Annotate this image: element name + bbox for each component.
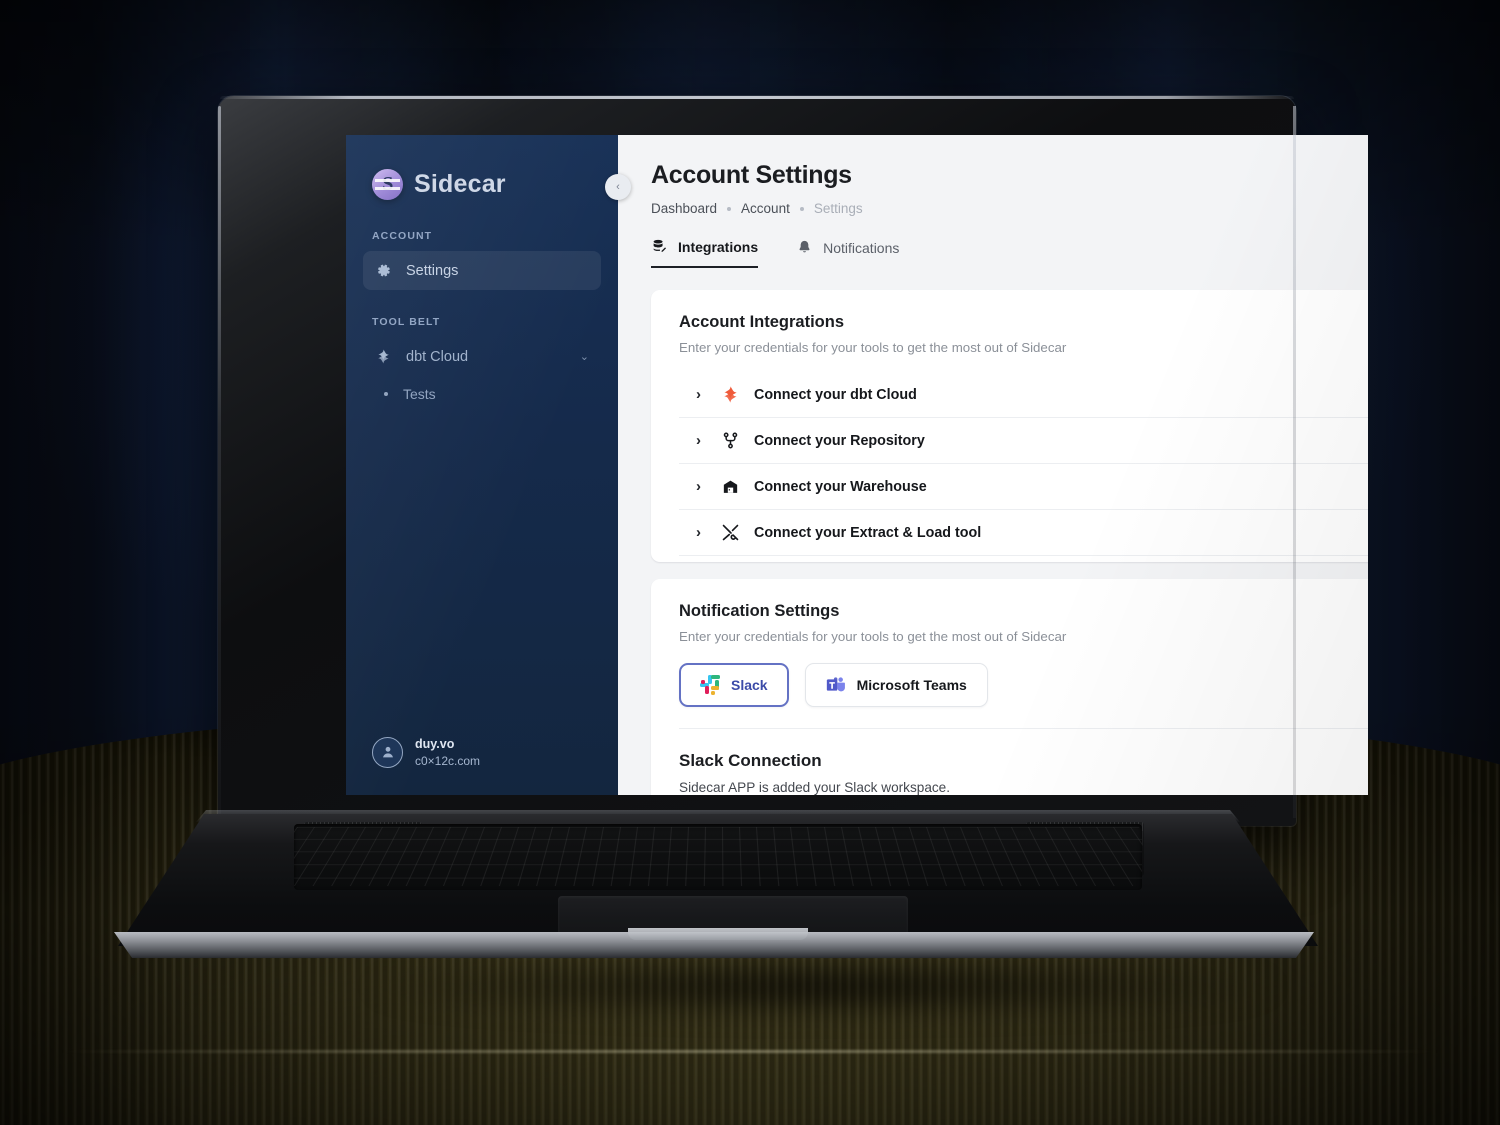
user-name: duy.vo [415,736,480,753]
slack-logo-icon [700,675,720,695]
card-title: Notification Settings [679,602,1368,621]
chevron-down-icon[interactable]: ⌄ [580,350,589,363]
card-title: Account Integrations [679,313,1368,332]
provider-label: Slack [731,677,768,693]
integration-row-repository[interactable]: › Connect your Repository [679,418,1368,464]
keyboard [294,824,1142,890]
tab-label: Integrations [678,239,758,255]
chevron-right-icon[interactable]: › [696,433,707,448]
gear-icon [375,262,392,279]
provider-chip-group: Slack Microsoft Teams [679,663,1368,707]
breadcrumb-separator [727,207,731,211]
integration-label: Connect your Repository [754,433,925,449]
photo-scene: S Sidecar ACCOUNT Settings TOOL BELT dbt… [0,0,1500,1125]
laptop-shadow [178,952,1468,1022]
sidebar-collapse-button[interactable]: ‹ [605,174,631,200]
breadcrumb-item-account[interactable]: Account [741,201,790,216]
provider-chip-slack[interactable]: Slack [679,663,789,707]
sidebar: S Sidecar ACCOUNT Settings TOOL BELT dbt… [346,135,618,795]
lid-open-notch [628,928,808,940]
page-title: Account Settings [651,161,1368,190]
tab-label: Notifications [823,240,899,256]
user-email: c0×12c.com [415,753,480,769]
slack-connection-description: Sidecar APP is added your Slack workspac… [679,780,1368,795]
user-avatar-icon [372,737,403,768]
database-edit-icon [651,238,668,255]
git-branch-icon [721,431,740,450]
sidebar-item-settings[interactable]: Settings [363,251,601,290]
page-header: Account Settings Dashboard Account Setti… [618,135,1368,216]
chevron-right-icon[interactable]: › [696,387,707,402]
integration-row-extract-load[interactable]: › Connect your Extract & Load tool [679,510,1368,556]
laptop: S Sidecar ACCOUNT Settings TOOL BELT dbt… [118,96,1318,986]
bell-icon [796,239,813,256]
sidebar-item-label: dbt Cloud [406,349,468,365]
integration-label: Connect your Warehouse [754,479,927,495]
brand[interactable]: S Sidecar [346,135,618,200]
breadcrumb-item-dashboard[interactable]: Dashboard [651,201,717,216]
microsoft-teams-logo-icon [826,675,846,695]
card-subtitle: Enter your credentials for your tools to… [679,629,1368,644]
sidebar-item-tests[interactable]: Tests [363,376,601,412]
tab-bar: Integrations Notifications [618,216,1368,268]
chevron-right-icon[interactable]: › [696,479,707,494]
integration-label: Connect your Extract & Load tool [754,525,981,541]
notification-settings-card: Notification Settings Enter your credent… [651,579,1368,795]
card-subtitle: Enter your credentials for your tools to… [679,340,1368,355]
integration-label: Connect your dbt Cloud [754,387,917,403]
sidebar-user[interactable]: duy.vo c0×12c.com [346,736,618,795]
breadcrumb: Dashboard Account Settings [651,201,1368,216]
dbt-icon [375,348,392,365]
laptop-screen: S Sidecar ACCOUNT Settings TOOL BELT dbt… [346,135,1368,795]
sidebar-section-label-tool-belt: TOOL BELT [346,290,618,337]
content-scroll-area: Account Integrations Enter your credenti… [618,268,1368,795]
tab-integrations[interactable]: Integrations [651,238,758,268]
integration-list: › Connect your dbt Cloud › Connect your … [679,372,1368,556]
sidebar-section-label-account: ACCOUNT [346,200,618,251]
tools-icon [721,523,740,542]
breadcrumb-separator [800,207,804,211]
slack-connection-title: Slack Connection [679,751,1368,771]
provider-label: Microsoft Teams [857,677,967,693]
chevron-left-icon: ‹ [616,181,620,193]
sidecar-app: S Sidecar ACCOUNT Settings TOOL BELT dbt… [346,135,1368,795]
dbt-icon [721,385,740,404]
provider-chip-microsoft-teams[interactable]: Microsoft Teams [805,663,988,707]
main-content: Account Settings Dashboard Account Setti… [618,135,1368,795]
integration-row-warehouse[interactable]: › Connect your Warehouse [679,464,1368,510]
ottoman-seam [60,1050,1440,1053]
lid-left-edge [218,106,221,818]
sidecar-logo-icon: S [372,169,403,200]
section-divider [679,728,1368,729]
integration-row-dbt-cloud[interactable]: › Connect your dbt Cloud [679,372,1368,418]
brand-name: Sidecar [414,170,506,199]
sidebar-item-dbt-cloud[interactable]: dbt Cloud ⌄ [363,337,601,376]
tab-notifications[interactable]: Notifications [796,238,899,268]
dot-bullet-icon [384,392,388,396]
breadcrumb-item-settings: Settings [814,201,863,216]
laptop-lid: S Sidecar ACCOUNT Settings TOOL BELT dbt… [218,96,1296,826]
sidebar-item-label: Tests [403,386,436,402]
chevron-right-icon[interactable]: › [696,525,707,540]
sidebar-item-label: Settings [406,263,458,279]
account-integrations-card: Account Integrations Enter your credenti… [651,290,1368,562]
warehouse-icon [721,477,740,496]
